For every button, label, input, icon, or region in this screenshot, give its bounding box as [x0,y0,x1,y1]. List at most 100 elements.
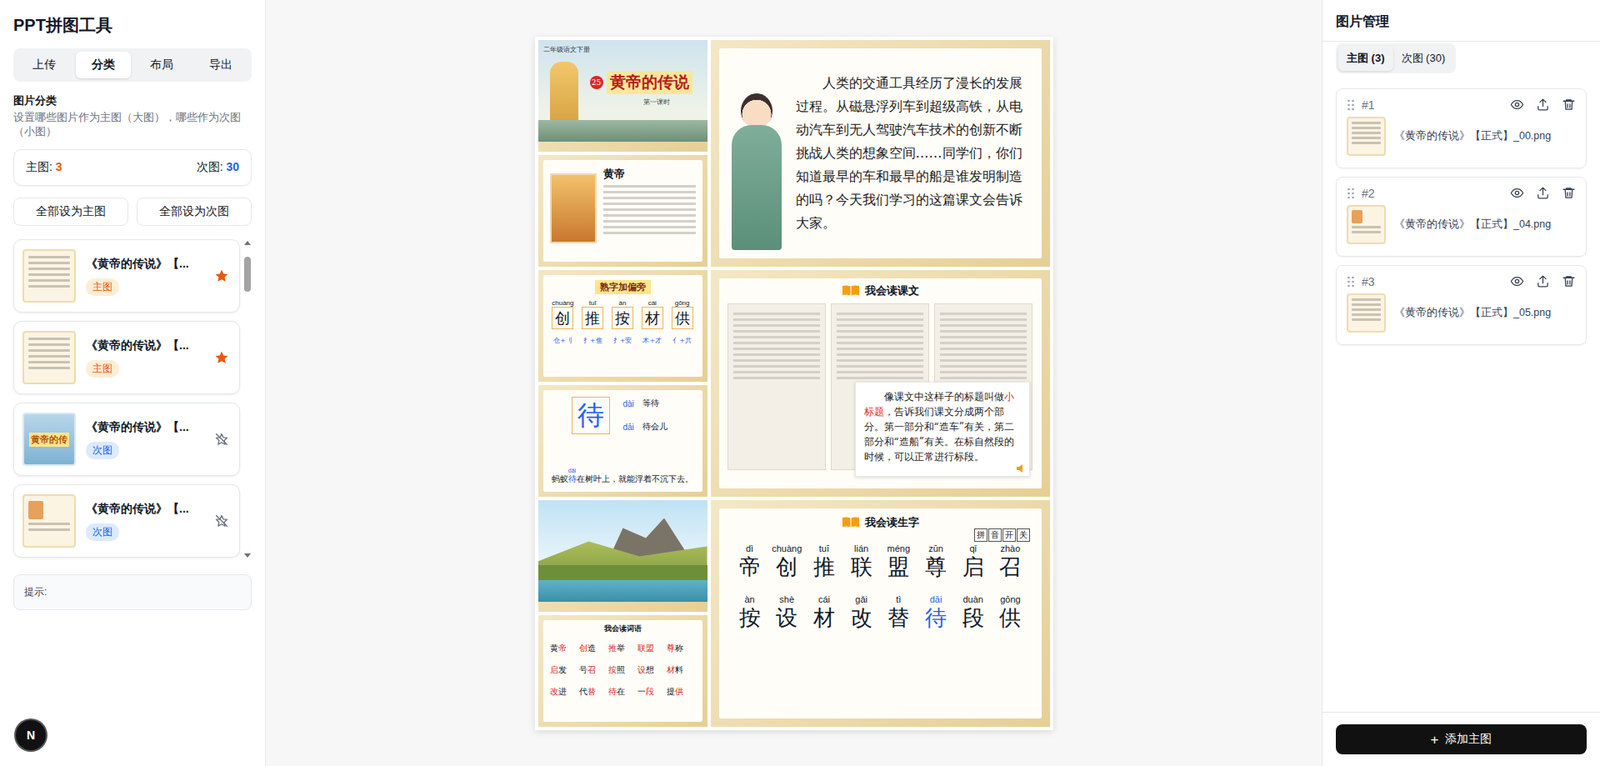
upload-icon[interactable] [1535,185,1550,200]
char-cell: shè设 [769,594,805,633]
word: 待在 [608,685,638,698]
star-off-icon[interactable] [214,513,230,529]
trash-icon[interactable] [1561,97,1576,112]
dev-badge[interactable]: N [15,720,46,750]
step-tab[interactable]: 分类 [75,51,132,79]
word: 按照 [608,664,638,676]
item-thumbnail [22,330,76,385]
scroll-up-icon[interactable] [244,240,251,245]
collage-slide[interactable] [538,500,708,612]
slide-title: 熟字加偏旁 [595,280,651,295]
drag-handle-icon[interactable] [1346,275,1355,289]
trash-icon[interactable] [1561,274,1576,289]
list-scrollbar[interactable] [243,239,252,560]
word: 推举 [608,642,638,655]
pinyin-toggle[interactable]: 拼音开关 [974,528,1030,542]
char-cell: cái材木+才 [637,299,668,346]
image-list-item[interactable]: 《黄帝的传说》【...主图 [13,239,240,313]
word: 改进 [550,685,580,698]
char-cell: àn按扌+安 [607,299,638,346]
scroll-down-icon[interactable] [244,553,251,558]
item-title: 《黄帝的传说》【... [85,338,205,354]
item-title: 《黄帝的传说》【... [85,501,205,517]
word: 联盟 [637,642,667,655]
char-cell: gǎi改 [844,594,880,633]
image-list-item[interactable]: 《黄帝的传说》【... 主图 [13,320,240,395]
char-cell: cái材 [806,594,842,633]
eye-icon[interactable] [1510,185,1525,200]
char-cell: tì替 [880,594,916,633]
step-tab[interactable]: 上传 [16,51,73,79]
left-sidebar: PPT拼图工具上传分类布局导出图片分类设置哪些图片作为主图（大图），哪些作为次图… [0,0,266,766]
char-cell: dì帝 [732,543,768,582]
item-thumbnail: 黄帝的传 [22,412,76,466]
trash-icon[interactable] [1561,185,1576,200]
slide-header: 我会读课文 [727,283,1034,299]
collage-slide[interactable]: 熟字加偏旁chuàng创仓+刂tuī推扌+隹àn按扌+安cái材木+才gōng供… [538,270,708,382]
char-cell: lián联 [844,543,880,582]
image-type-tabs: 主图 (3)次图 (30) [1335,43,1456,74]
main-image-card[interactable]: #2《黄帝的传说》【正式】_04.png [1335,176,1587,257]
star-filled-icon[interactable] [214,350,230,365]
upload-icon[interactable] [1535,97,1550,112]
collage-slide[interactable]: 黄帝 [538,155,708,267]
cover-title: 黄帝的传说 [606,70,693,95]
section-title: 图片分类 [13,93,252,109]
bio-title: 黄帝 [603,166,696,182]
lesson-number: 25 [590,75,604,90]
collage-slide[interactable]: 二年级语文下册25黄帝的传说第一课时 [538,40,708,152]
word: 提供 [666,685,696,698]
slide-paragraph: 人类的交通工具经历了漫长的发展过程。从磁悬浮列车到超级高铁，从电动汽车到无人驾驶… [795,71,1030,235]
eye-icon[interactable] [1510,97,1525,112]
collage-row: 二年级语文下册25黄帝的传说第一课时黄帝 人类的交通工具经历了漫长的发展过程。从磁… [538,40,1050,267]
card-index: #3 [1361,275,1375,289]
detail-char: 待 [571,396,610,435]
item-badge: 主图 [85,360,120,378]
count-card: 主图: 3次图: 30 [13,149,252,186]
eye-icon[interactable] [1510,274,1525,289]
char-cell: méng盟 [880,543,916,582]
panel-title: 图片管理 [1335,13,1587,31]
upload-icon[interactable] [1535,274,1550,289]
speaker-icon[interactable] [1015,463,1026,474]
image-type-tab[interactable]: 主图 (3) [1338,45,1394,71]
collage-slide[interactable]: 人类的交通工具经历了漫长的发展过程。从磁悬浮列车到超级高铁，从电动汽车到无人驾驶… [710,40,1050,267]
section-subtitle: 设置哪些图片作为主图（大图），哪些作为次图（小图） [13,110,252,140]
bulk-button[interactable]: 全部设为主图 [13,197,129,226]
word: 材料 [666,664,696,676]
collage-slide[interactable]: 我会读课文像课文中这样子的标题叫做小标题，告诉我们课文分成两个部分。第一部分和“… [710,270,1050,497]
main-image-card[interactable]: #1《黄帝的传说》【正式】_00.png [1335,88,1587,169]
image-list-item[interactable]: 《黄帝的传说》【... 次图 [13,484,240,558]
app-root: PPT拼图工具上传分类布局导出图片分类设置哪些图片作为主图（大图），哪些作为次图… [0,0,1600,766]
book-icon [841,284,860,297]
card-thumbnail [1346,116,1386,156]
word: 创造 [579,642,609,655]
char-cell: zūn尊 [918,543,954,582]
canvas: 二年级语文下册25黄帝的传说第一课时黄帝 人类的交通工具经历了漫长的发展过程。从磁… [265,0,1322,766]
drag-handle-icon[interactable] [1346,186,1355,200]
main-image-card[interactable]: #3《黄帝的传说》【正式】_05.png [1335,265,1587,345]
file-name: 《黄帝的传说》【正式】_00.png [1394,129,1551,144]
step-tab[interactable]: 布局 [134,51,190,79]
word: 尊称 [666,642,696,655]
step-tab[interactable]: 导出 [193,51,250,79]
star-filled-icon[interactable] [214,268,230,284]
hint-box: 提示: [13,574,252,610]
char-cell: zhào召 [992,543,1028,582]
word: 黄帝 [550,642,580,655]
star-off-icon[interactable] [214,431,230,447]
image-type-tab[interactable]: 次图 (30) [1393,45,1455,71]
collage-slide[interactable]: 待dài等待dāi待会儿蚂蚁dāi待在树叶上，就能浮着不沉下去。 [538,385,708,497]
note-box: 像课文中这样子的标题叫做小标题，告诉我们课文分成两个部分。第一部分和“造车”有关… [855,381,1030,477]
drag-handle-icon[interactable] [1346,98,1355,112]
add-main-button[interactable]: +添加主图 [1335,724,1587,755]
card-thumbnail [1346,293,1386,333]
image-list-item[interactable]: 黄帝的传《黄帝的传说》【...次图 [13,402,240,476]
collage-slide[interactable]: 我会读生字拼音开关dì帝chuàng创tuī推lián联méng盟zūn尊qǐ启… [710,500,1050,727]
slide-title: 我会读词语 [550,623,696,635]
portrait-picture [550,173,597,244]
bulk-button[interactable]: 全部设为次图 [136,197,252,226]
item-badge: 次图 [85,523,120,541]
collage-slide[interactable]: 我会读词语黄帝创造推举联盟尊称启发号召按照设想材料改进代替待在一段提供 [538,615,708,727]
bulk-buttons: 全部设为主图全部设为次图 [13,197,252,226]
